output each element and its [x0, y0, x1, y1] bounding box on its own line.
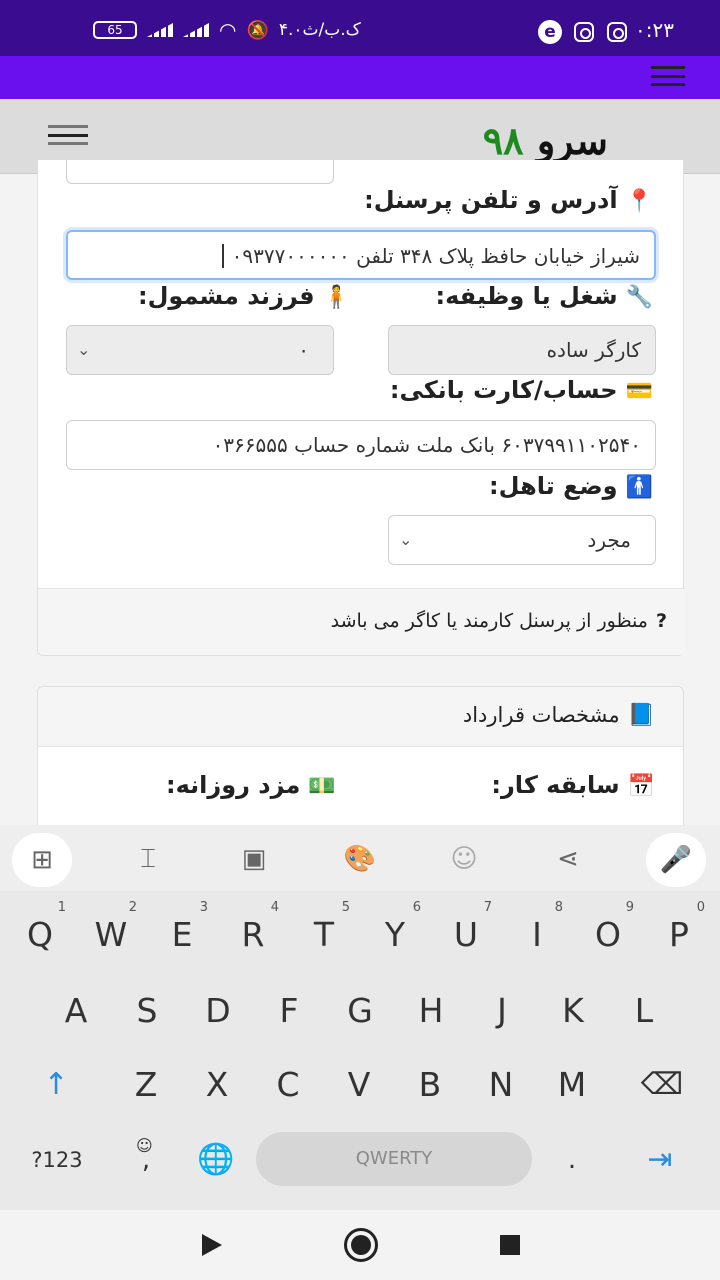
key-m[interactable]: M [542, 1055, 602, 1115]
chevron-down-icon: ⌄ [399, 530, 413, 549]
bank-input[interactable]: ۶۰۳۷۹۹۱۱۰۲۵۴۰ بانک ملت شماره حساب ۰۳۶۶۵۵… [66, 420, 656, 470]
key-y[interactable]: 6Y [365, 901, 425, 965]
apps-grid-icon[interactable]: ⊞ [12, 833, 72, 887]
status-bar: 65 ◠ 🔕 ۴.۰ک.ب/ث e ۰:۲۳ [0, 0, 720, 56]
key-a[interactable]: A [46, 981, 106, 1041]
key-f[interactable]: F [259, 981, 319, 1041]
key-k[interactable]: K [543, 981, 603, 1041]
menu-icon[interactable] [651, 66, 685, 86]
key-d[interactable]: D [188, 981, 248, 1041]
money-icon: 💵 [308, 774, 336, 799]
key-x[interactable]: X [187, 1055, 247, 1115]
key-e[interactable]: 3E [152, 901, 212, 965]
person-icon: 🚹 [625, 475, 653, 500]
key-l[interactable]: L [614, 981, 674, 1041]
wrench-icon: 🔧 [625, 285, 653, 310]
status-left: 65 ◠ 🔕 ۴.۰ک.ب/ث [93, 18, 361, 42]
microphone-icon[interactable]: 🎤 [646, 833, 706, 887]
map-marker-icon: 📍 [625, 189, 653, 214]
text-cursor-icon[interactable]: ⌶ [128, 839, 168, 879]
soft-keyboard: ⊞ ⌶ ▣ 🎨 ☺ ⋖ 🎤 1Q2W3E4R5T6Y7U8I9O0P ASDFG… [0, 825, 720, 1210]
site-logo[interactable]: سرو ۹۸ [483, 119, 608, 163]
key-o[interactable]: 9O [578, 901, 638, 965]
daily-wage-label: 💵مزد روزانه: [166, 771, 336, 799]
recents-icon[interactable] [500, 1235, 520, 1255]
share-icon[interactable]: ⋖ [548, 839, 588, 879]
signal-icon [183, 23, 209, 37]
clock: ۰:۲۳ [635, 18, 674, 42]
shift-key[interactable]: ↑ [26, 1055, 86, 1115]
credit-card-icon: 💳 [625, 379, 653, 404]
job-label: 🔧شغل یا وظیفه: [435, 282, 653, 310]
help-note: ?منظور از پرسنل کارمند یا کاگر می باشد [38, 588, 685, 655]
experience-label: 📅سابقه کار: [491, 771, 655, 799]
clipboard-icon[interactable]: ▣ [234, 839, 274, 879]
bank-label: 💳حساب/کارت بانکی: [389, 376, 653, 404]
instagram-icon [574, 22, 594, 42]
home-icon[interactable] [344, 1228, 378, 1262]
instagram-icon [607, 22, 627, 42]
symbols-key[interactable]: ?123 [22, 1130, 92, 1190]
chevron-down-icon: ⌄ [77, 340, 91, 359]
wifi-icon: ◠ [219, 18, 237, 42]
key-t[interactable]: 5T [294, 901, 354, 965]
tab-next-key[interactable]: ⇥ [630, 1130, 690, 1190]
period-key[interactable]: . [542, 1130, 602, 1190]
key-u[interactable]: 7U [436, 901, 496, 965]
contract-card-header: 📘مشخصات قرارداد [38, 687, 683, 747]
network-speed: ۴.۰ک.ب/ث [278, 20, 361, 40]
globe-key[interactable]: 🌐 [186, 1130, 246, 1190]
back-icon[interactable] [202, 1234, 222, 1256]
child-icon: 🧍 [322, 285, 350, 310]
book-icon: 📘 [627, 703, 655, 728]
sticker-icon[interactable]: ☺ [444, 839, 484, 879]
e-app-icon: e [538, 20, 562, 44]
question-icon: ? [655, 610, 667, 632]
marital-label: 🚹وضع تاهل: [489, 472, 653, 500]
key-j[interactable]: J [472, 981, 532, 1041]
key-w[interactable]: 2W [81, 901, 141, 965]
key-b[interactable]: B [400, 1055, 460, 1115]
key-p[interactable]: 0P [649, 901, 709, 965]
comma-key[interactable]: ☺ , [116, 1130, 176, 1190]
palette-icon[interactable]: 🎨 [340, 839, 380, 879]
key-s[interactable]: S [117, 981, 177, 1041]
emoji-icon: ☺ [136, 1136, 153, 1155]
hamburger-menu-icon[interactable] [48, 125, 88, 145]
key-q[interactable]: 1Q [10, 901, 70, 965]
key-r[interactable]: 4R [223, 901, 283, 965]
space-key[interactable]: QWERTY [256, 1132, 532, 1186]
job-input[interactable]: کارگر ساده [388, 325, 656, 375]
key-v[interactable]: V [329, 1055, 389, 1115]
key-c[interactable]: C [258, 1055, 318, 1115]
key-i[interactable]: 8I [507, 901, 567, 965]
children-select[interactable]: ۰ ⌄ [66, 325, 334, 375]
app-bar [0, 56, 720, 99]
silent-bell-icon: 🔕 [246, 19, 269, 41]
keyboard-toolbar: ⊞ ⌶ ▣ 🎨 ☺ ⋖ 🎤 [0, 825, 720, 891]
key-h[interactable]: H [401, 981, 461, 1041]
previous-field[interactable] [66, 160, 334, 184]
children-label: 🧍فرزند مشمول: [138, 282, 350, 310]
address-label: 📍آدرس و تلفن پرسنل: [364, 186, 653, 214]
backspace-key[interactable]: ⌫ [632, 1055, 692, 1115]
personnel-card: 📍آدرس و تلفن پرسنل: شیراز خیابان حافظ پل… [37, 160, 685, 656]
key-g[interactable]: G [330, 981, 390, 1041]
address-input[interactable]: شیراز خیابان حافظ پلاک ۳۴۸ تلفن ۰۹۳۷۷۰۰۰… [66, 230, 656, 280]
signal-icon [147, 23, 173, 37]
contract-title: 📘مشخصات قرارداد [462, 703, 655, 728]
navigation-bar [0, 1210, 720, 1280]
calendar-icon: 📅 [627, 774, 655, 799]
key-z[interactable]: Z [116, 1055, 176, 1115]
battery-icon: 65 [93, 21, 137, 39]
key-n[interactable]: N [471, 1055, 531, 1115]
marital-select[interactable]: مجرد ⌄ [388, 515, 656, 565]
